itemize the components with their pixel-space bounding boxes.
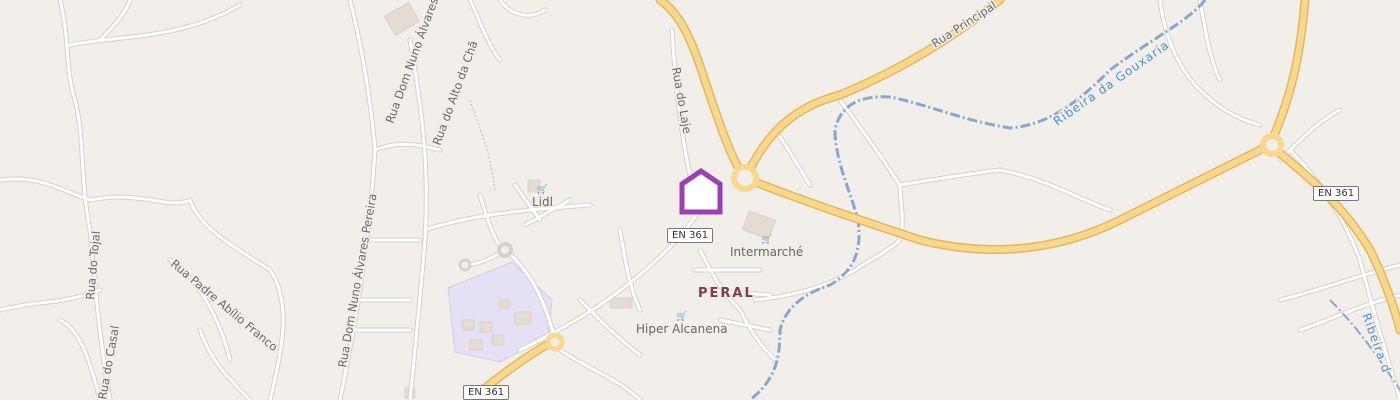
poi-lidl[interactable]: 🛒 Lidl (532, 185, 553, 209)
road-shield-en361-center: EN 361 (667, 228, 714, 243)
poi-intermarche[interactable]: 🛒 Intermarché (730, 235, 803, 259)
road-shield-en361-east: EN 361 (1313, 186, 1360, 201)
map-canvas[interactable]: Rua Principal Rua Dom Nuno Álvares Perei… (0, 0, 1400, 400)
poi-label-hiper: Hiper Alcanena (636, 322, 728, 336)
street-label-rua-laje: Rua do Laje (669, 66, 694, 135)
poi-label-intermarche: Intermarché (730, 245, 804, 259)
road-shield-en361-south: EN 361 (463, 385, 510, 400)
shopping-cart-icon: 🛒 (536, 185, 549, 195)
home-marker-icon[interactable] (678, 167, 724, 216)
shopping-cart-icon: 🛒 (676, 312, 688, 322)
highways (467, 0, 1400, 400)
shopping-cart-icon: 🛒 (761, 235, 773, 245)
highway-casings (465, 0, 1400, 400)
poi-label-lidl: Lidl (532, 195, 553, 209)
locality-label: PERAL (698, 286, 755, 301)
water-label-ribeira-gouxaria: Ribeira da Gouxaria (1051, 38, 1172, 129)
roundabout-small (497, 242, 513, 258)
poi-hiper-alcanena[interactable]: 🛒 Hiper Alcanena (636, 312, 728, 336)
roundabout-south (545, 332, 565, 352)
water-label-ribeira-2: Ribeira d (1359, 311, 1394, 375)
home-marker-shape (679, 167, 723, 215)
roundabout-peral (731, 164, 759, 192)
roundabout-east (1260, 133, 1284, 157)
street-label-rua-alto-cha: Rua do Alto da Chã (430, 39, 481, 147)
street-label-rua-dom-nuno-2: Rua Dom Nuno Álvares Pereira (334, 192, 379, 368)
street-label-rua-principal: Rua Principal (929, 0, 999, 51)
